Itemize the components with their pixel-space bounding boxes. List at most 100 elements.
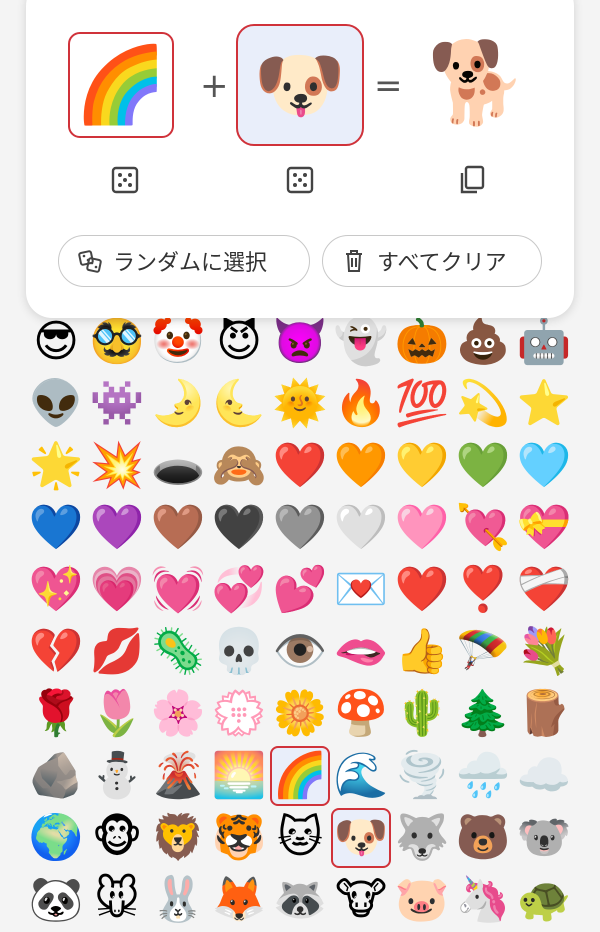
grid-emoji[interactable]: 🌹 — [26, 684, 86, 744]
grid-emoji[interactable]: 👽 — [26, 374, 86, 434]
grid-emoji[interactable]: 💓 — [148, 560, 208, 620]
grid-emoji[interactable]: 😎 — [26, 312, 86, 372]
grid-emoji[interactable]: 🙈 — [209, 436, 269, 496]
grid-emoji[interactable]: 🤎 — [148, 498, 208, 558]
grid-emoji[interactable]: 🩶 — [270, 498, 330, 558]
grid-emoji[interactable]: 🌼 — [270, 684, 330, 744]
grid-emoji[interactable]: 💞 — [209, 560, 269, 620]
grid-emoji[interactable]: 💩 — [453, 312, 513, 372]
grid-emoji[interactable]: 🤍 — [331, 498, 391, 558]
grid-emoji[interactable]: 🩵 — [514, 436, 574, 496]
clear-all-label: すべてクリア — [377, 251, 507, 276]
trash-icon — [341, 248, 367, 274]
grid-emoji[interactable]: 🦠 — [148, 622, 208, 682]
grid-emoji-selected[interactable]: 🌈 — [270, 746, 330, 806]
grid-emoji[interactable]: 💯 — [392, 374, 452, 434]
grid-emoji[interactable]: 🐯 — [209, 808, 269, 868]
grid-emoji[interactable]: 🐨 — [514, 808, 574, 868]
grid-emoji[interactable]: 🌊 — [331, 746, 391, 806]
grid-emoji[interactable]: 🦝 — [270, 870, 330, 930]
grid-emoji[interactable]: 🎃 — [392, 312, 452, 372]
grid-emoji[interactable]: 💛 — [392, 436, 452, 496]
grid-emoji[interactable]: ⛄ — [87, 746, 147, 806]
grid-emoji[interactable]: 🌞 — [270, 374, 330, 434]
grid-emoji[interactable]: 🐢 — [514, 870, 574, 930]
grid-emoji[interactable]: 🌋 — [148, 746, 208, 806]
grid-emoji[interactable]: 🌟 — [26, 436, 86, 496]
grid-emoji[interactable]: 🌍 — [26, 808, 86, 868]
grid-emoji[interactable]: ⭐ — [514, 374, 574, 434]
grid-emoji[interactable]: 🐺 — [392, 808, 452, 868]
grid-emoji[interactable]: 💋 — [87, 622, 147, 682]
grid-emoji[interactable]: 👿 — [270, 312, 330, 372]
grid-emoji[interactable]: ❣️ — [453, 560, 513, 620]
grid-emoji[interactable]: 🪵 — [514, 684, 574, 744]
dice-icon[interactable] — [285, 165, 315, 195]
right-emoji-slot[interactable]: 🐶 — [236, 24, 364, 146]
grid-emoji[interactable]: 🌛 — [148, 374, 208, 434]
grid-emoji[interactable]: 🌵 — [392, 684, 452, 744]
grid-emoji[interactable]: 🧡 — [331, 436, 391, 496]
grid-emoji[interactable]: 🪨 — [26, 746, 86, 806]
grid-emoji[interactable]: 🩷 — [392, 498, 452, 558]
grid-emoji[interactable]: 💘 — [453, 498, 513, 558]
grid-emoji[interactable]: 👁️ — [270, 622, 330, 682]
grid-emoji[interactable]: ❤️ — [392, 560, 452, 620]
grid-emoji[interactable]: 🐼 — [26, 870, 86, 930]
grid-emoji[interactable]: 💖 — [26, 560, 86, 620]
grid-emoji[interactable]: 💫 — [453, 374, 513, 434]
grid-emoji[interactable]: 🥸 — [87, 312, 147, 372]
grid-emoji[interactable]: 💌 — [331, 560, 391, 620]
grid-emoji[interactable]: 🍄 — [331, 684, 391, 744]
grid-emoji[interactable]: 🤖 — [514, 312, 574, 372]
grid-emoji[interactable]: 💜 — [87, 498, 147, 558]
grid-emoji[interactable]: 🐰 — [148, 870, 208, 930]
grid-emoji[interactable]: 🔥 — [331, 374, 391, 434]
grid-emoji[interactable]: 💗 — [87, 560, 147, 620]
grid-emoji[interactable]: 💀 — [209, 622, 269, 682]
grid-emoji[interactable]: 🌲 — [453, 684, 513, 744]
grid-emoji[interactable]: 🕳️ — [148, 436, 208, 496]
clear-all-button[interactable]: すべてクリア — [322, 235, 542, 287]
grid-emoji[interactable]: 🐭 — [87, 870, 147, 930]
grid-emoji[interactable]: 🐵 — [87, 808, 147, 868]
grid-emoji[interactable]: 👻 — [331, 312, 391, 372]
grid-emoji[interactable]: 👍 — [392, 622, 452, 682]
grid-emoji[interactable]: 🖤 — [209, 498, 269, 558]
grid-emoji[interactable]: 💥 — [87, 436, 147, 496]
grid-emoji[interactable]: 🦄 — [453, 870, 513, 930]
grid-emoji-selected[interactable]: 🐶 — [331, 808, 391, 868]
grid-emoji[interactable]: 💙 — [26, 498, 86, 558]
grid-emoji[interactable]: 🌪️ — [392, 746, 452, 806]
grid-emoji[interactable]: 🤡 — [148, 312, 208, 372]
grid-emoji[interactable]: 🪂 — [453, 622, 513, 682]
grid-emoji[interactable]: 💝 — [514, 498, 574, 558]
grid-emoji[interactable]: 🐱 — [270, 808, 330, 868]
grid-emoji[interactable]: 🌅 — [209, 746, 269, 806]
grid-emoji[interactable]: 💐 — [514, 622, 574, 682]
dice-icon[interactable] — [110, 165, 140, 195]
grid-emoji[interactable]: 🐻 — [453, 808, 513, 868]
grid-emoji[interactable]: 🌷 — [87, 684, 147, 744]
grid-emoji[interactable]: 💔 — [26, 622, 86, 682]
grid-emoji[interactable]: 💕 — [270, 560, 330, 620]
grid-emoji[interactable]: ☁️ — [514, 746, 574, 806]
grid-emoji[interactable]: ❤️‍🩹 — [514, 560, 574, 620]
result-emoji[interactable]: 🐕 — [424, 30, 530, 136]
grid-emoji[interactable]: ❤️ — [270, 436, 330, 496]
grid-emoji[interactable]: 💮 — [209, 684, 269, 744]
grid-emoji[interactable]: 🌸 — [148, 684, 208, 744]
random-select-button[interactable]: ランダムに選択 — [58, 235, 310, 287]
grid-emoji[interactable]: 🌜 — [209, 374, 269, 434]
grid-emoji[interactable]: 💚 — [453, 436, 513, 496]
left-emoji-slot[interactable]: 🌈 — [68, 32, 174, 138]
grid-emoji[interactable]: 🐷 — [392, 870, 452, 930]
grid-emoji[interactable]: 👾 — [87, 374, 147, 434]
grid-emoji[interactable]: 🌧️ — [453, 746, 513, 806]
grid-emoji[interactable]: 🦊 — [209, 870, 269, 930]
grid-emoji[interactable]: 🐮 — [331, 870, 391, 930]
copy-icon[interactable] — [457, 165, 487, 195]
grid-emoji[interactable]: 🫦 — [331, 622, 391, 682]
grid-emoji[interactable]: 🦁 — [148, 808, 208, 868]
grid-emoji[interactable]: 😈 — [209, 312, 269, 372]
